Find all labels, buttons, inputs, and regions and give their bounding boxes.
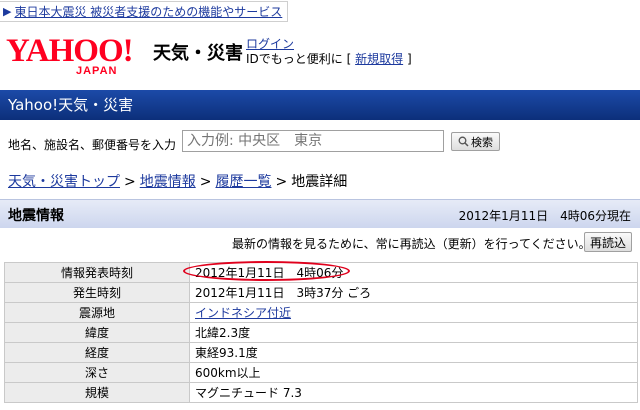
logo-sub-text: JAPAN [76,65,118,77]
breadcrumb-history-list[interactable]: 履歴一覧 [215,174,271,190]
yahoo-japan-logo[interactable]: YAHOO! JAPAN [6,34,148,80]
page-title-bar: Yahoo!天気・災害 [0,90,640,120]
row-label-latitude: 緯度 [4,322,190,343]
search-bar: 地名、施設名、郵便番号を入力 検索 [0,128,640,158]
row-value-longitude: 東経93.1度 [189,342,638,363]
row-value-epicenter: インドネシア付近 [189,302,638,323]
row-value-occurrence-time: 2012年1月11日 3時37分 ごろ [189,282,638,303]
highlight-oval-annotation [183,261,350,281]
row-label-occurrence-time: 発生時刻 [4,282,190,303]
table-row: 発生時刻 2012年1月11日 3時37分 ごろ [4,282,638,303]
arrow-right-icon: ▶ [3,5,12,18]
breadcrumb-current: 地震詳細 [291,174,348,190]
row-label-depth: 深さ [4,362,190,383]
table-row: 規模 マグニチュード 7.3 [4,382,638,403]
table-row: 経度 東経93.1度 [4,342,638,363]
section-timestamp: 2012年1月11日 4時06分現在 [458,209,631,223]
breadcrumb-weather-top[interactable]: 天気・災害トップ [8,174,120,190]
reload-message: 最新の情報を見るために、常に再読込（更新）を行ってください。 [232,237,591,251]
register-link[interactable]: 新規取得 [355,52,403,66]
disaster-notice: ▶ 東日本大震災 被災者支援のための機能やサービス [0,1,289,22]
breadcrumb-separator: > [199,174,212,190]
disaster-notice-bar: ▶ 東日本大震災 被災者支援のための機能やサービス [0,0,640,22]
table-row: 深さ 600km以上 [4,362,638,383]
table-row: 緯度 北緯2.3度 [4,322,638,343]
breadcrumb: 天気・災害トップ > 地震情報 > 履歴一覧 > 地震詳細 [8,171,347,191]
disaster-notice-link[interactable]: 東日本大震災 被災者支援のための機能やサービス [14,3,282,20]
search-icon [458,136,469,147]
breadcrumb-earthquake-info[interactable]: 地震情報 [140,174,196,190]
row-value-magnitude: マグニチュード 7.3 [189,382,638,403]
service-name: 天気・災害 [153,43,243,64]
row-label-announce-time: 情報発表時刻 [4,262,190,283]
login-description: IDでもっと便利に [ 新規取得 ] [246,50,412,67]
earthquake-info-table: 情報発表時刻 2012年1月11日 4時06分 発生時刻 2012年1月11日 … [4,262,638,403]
section-title: 地震情報 [8,208,64,224]
table-row: 震源地 インドネシア付近 [4,302,638,323]
reload-button[interactable]: 再読込 [584,232,632,252]
epicenter-link[interactable]: インドネシア付近 [195,306,291,320]
section-header: 地震情報 2012年1月11日 4時06分現在 [0,199,640,228]
login-desc-prefix: IDでもっと便利に [ [246,52,352,66]
row-label-epicenter: 震源地 [4,302,190,323]
row-value-latitude: 北緯2.3度 [189,322,638,343]
breadcrumb-separator: > [275,174,288,190]
search-button-label: 検索 [471,135,493,149]
search-button[interactable]: 検索 [451,132,500,151]
search-input[interactable] [182,130,444,152]
search-label: 地名、施設名、郵便番号を入力 [8,138,177,152]
breadcrumb-separator: > [124,174,136,190]
logo-text: YAHOO! [6,33,134,69]
login-desc-suffix: ] [406,52,412,66]
page-title: Yahoo!天気・災害 [8,96,134,114]
row-value-depth: 600km以上 [189,362,638,383]
row-label-magnitude: 規模 [4,382,190,403]
row-label-longitude: 経度 [4,342,190,363]
